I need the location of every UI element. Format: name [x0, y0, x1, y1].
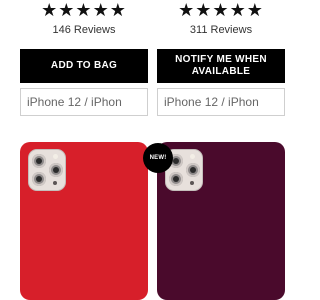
product-card-2: ★★★★★ 311 Reviews NOTIFY ME WHEN AVAILAB…	[157, 0, 285, 300]
camera-module-icon	[28, 149, 66, 191]
product-card-1: ★★★★★ 146 Reviews ADD TO BAG iPhone 12 /…	[20, 0, 148, 300]
product-image[interactable]	[157, 142, 285, 300]
new-badge: NEW!	[143, 143, 173, 173]
product-image[interactable]	[20, 142, 148, 300]
star-rating: ★★★★★	[178, 0, 264, 21]
model-select[interactable]: iPhone 12 / iPhon	[157, 88, 285, 116]
reviews-link[interactable]: 146 Reviews	[20, 23, 148, 37]
model-select[interactable]: iPhone 12 / iPhon	[20, 88, 148, 116]
notify-me-button[interactable]: NOTIFY ME WHEN AVAILABLE	[157, 49, 285, 83]
add-to-bag-button[interactable]: ADD TO BAG	[20, 49, 148, 83]
reviews-link[interactable]: 311 Reviews	[157, 23, 285, 37]
star-rating: ★★★★★	[41, 0, 127, 21]
